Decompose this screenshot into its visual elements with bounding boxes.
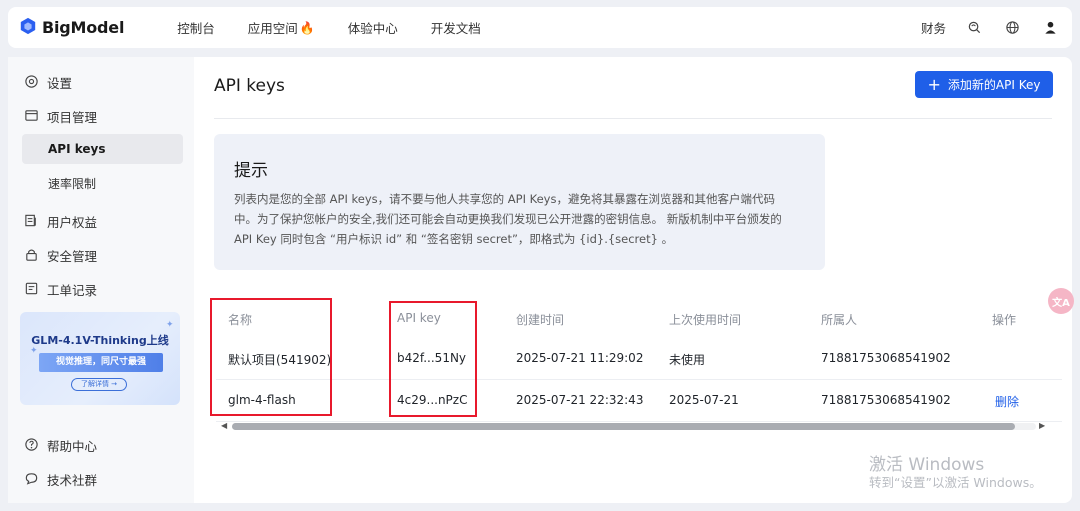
column-header-actions: 操作 [992, 313, 1017, 327]
nav-console[interactable]: 控制台 [177, 18, 215, 37]
cell-created: 2025-07-21 11:29:02 [516, 351, 644, 365]
tip-body: 列表内是您的全部 API keys，请不要与他人共享您的 API Keys，避免… [234, 189, 809, 249]
fire-icon: 🔥 [299, 20, 315, 35]
page-title: API keys [214, 76, 285, 96]
brand-logo[interactable]: BigModel [19, 17, 124, 39]
ticket-icon [24, 281, 47, 299]
windows-activation-hint: 转到“设置”以激活 Windows。 [869, 475, 1042, 490]
row-divider [216, 379, 1062, 380]
promo-learn-more-button[interactable]: 了解详情 → [71, 378, 127, 391]
cell-last-used: 2025-07-21 [669, 393, 739, 407]
sidebar-item-label: 用户权益 [47, 215, 98, 230]
promo-title: GLM-4.1V-Thinking上线 [31, 334, 169, 347]
cell-last-used: 未使用 [669, 353, 706, 367]
sidebar-item-label: 安全管理 [47, 249, 98, 264]
highlight-box-name-column [210, 298, 332, 416]
cell-owner: 71881753068541902 [821, 351, 951, 365]
sidebar-item-help[interactable]: 帮助中心 [24, 436, 97, 455]
cell-owner: 71881753068541902 [821, 393, 951, 407]
sidebar-item-community[interactable]: 技术社群 [24, 470, 97, 489]
sidebar-item-tickets[interactable]: 工单记录 [24, 280, 97, 299]
tip-line: API Key 同时包含 “用户标识 id” 和 “签名密钥 secret”，即… [234, 232, 674, 246]
sidebar-item-api-keys[interactable]: API keys [22, 134, 183, 164]
sidebar-item-rate-limit[interactable]: 速率限制 [22, 168, 183, 198]
top-right-actions: 财务 [921, 18, 1058, 37]
scroll-left-arrow-icon[interactable]: ◀ [221, 421, 227, 430]
sidebar-item-label: 技术社群 [47, 473, 98, 488]
sidebar-item-label: 设置 [47, 76, 73, 91]
row-divider [216, 421, 1062, 422]
sidebar-item-user-rights[interactable]: 用户权益 [24, 212, 97, 231]
sidebar-item-label: 帮助中心 [47, 439, 98, 454]
user-icon[interactable] [1042, 20, 1058, 36]
divider [214, 118, 1052, 119]
column-header-last-used: 上次使用时间 [669, 313, 742, 327]
sparkle-icon: ✦ [166, 320, 174, 330]
add-api-key-button[interactable]: + 添加新的API Key [915, 71, 1053, 98]
globe-icon[interactable] [1004, 20, 1020, 36]
folder-icon [24, 108, 47, 126]
plus-icon: + [927, 74, 941, 94]
column-header-created: 创建时间 [516, 313, 565, 327]
top-navbar: BigModel 控制台 应用空间 🔥 体验中心 开发文档 财务 [8, 7, 1072, 48]
sidebar-item-settings[interactable]: 设置 [24, 73, 72, 92]
cell-created: 2025-07-21 22:32:43 [516, 393, 644, 407]
delete-key-link[interactable]: 删除 [995, 393, 1019, 410]
nav-app-space[interactable]: 应用空间 🔥 [248, 18, 315, 37]
horizontal-scrollbar[interactable] [232, 423, 1036, 430]
highlight-box-api-key-column [389, 301, 477, 417]
tip-title: 提示 [234, 161, 268, 181]
nav-dev-docs[interactable]: 开发文档 [431, 18, 481, 37]
add-api-key-label: 添加新的API Key [947, 78, 1041, 92]
sidebar-item-security[interactable]: 安全管理 [24, 246, 97, 265]
help-icon [24, 437, 47, 455]
main-nav: 控制台 应用空间 🔥 体验中心 开发文档 [177, 18, 514, 37]
nav-app-space-label: 应用空间 [247, 21, 298, 36]
column-header-owner: 所属人 [821, 313, 858, 327]
translate-float-button[interactable]: 文A [1048, 288, 1074, 314]
promo-subtitle: 视觉推理，同尺寸最强 [39, 353, 163, 372]
scrollbar-thumb[interactable] [232, 423, 1015, 430]
nav-experience-center[interactable]: 体验中心 [348, 18, 398, 37]
sidebar-item-label: 工单记录 [47, 283, 98, 298]
promo-banner[interactable]: ✦ ✦ GLM-4.1V-Thinking上线 视觉推理，同尺寸最强 了解详情 … [20, 312, 180, 405]
rights-icon [24, 213, 47, 231]
tip-line: 列表内是您的全部 API keys，请不要与他人共享您的 API Keys，避免… [234, 192, 775, 206]
tip-box: 提示 列表内是您的全部 API keys，请不要与他人共享您的 API Keys… [214, 134, 825, 270]
logo-icon [19, 17, 37, 39]
settings-icon [24, 74, 47, 92]
scroll-right-arrow-icon[interactable]: ▶ [1039, 421, 1045, 430]
sidebar-item-projects[interactable]: 项目管理 [24, 107, 97, 126]
sidebar: 设置 项目管理 API keys 速率限制 用户权益 安全管理 工单记录 ✦ ✦… [8, 57, 194, 503]
api-keys-table: 名称 API key 创建时间 上次使用时间 所属人 操作 默认项目(54190… [206, 297, 1072, 432]
support-icon[interactable] [966, 20, 982, 36]
lock-icon [24, 247, 47, 265]
tip-line: 中。为了保护您帐户的安全,我们还可能会自动更换我们发现已公开泄露的密钥信息。 新… [234, 212, 782, 226]
brand-name: BigModel [42, 18, 125, 37]
main-panel: API keys + 添加新的API Key 提示 列表内是您的全部 API k… [194, 57, 1072, 503]
sidebar-item-label: 项目管理 [47, 110, 98, 125]
nav-finance[interactable]: 财务 [921, 18, 946, 37]
chat-icon [24, 471, 47, 489]
